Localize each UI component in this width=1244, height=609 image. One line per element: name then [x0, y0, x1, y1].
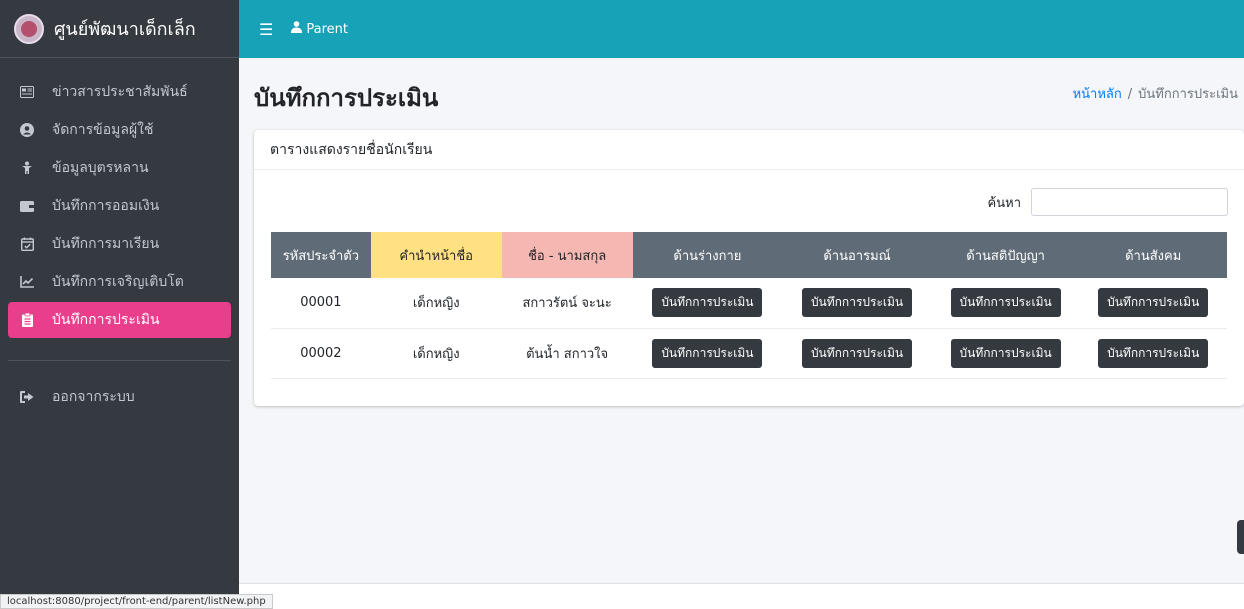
- cell-intellectual: บันทึกการประเมิน: [931, 328, 1080, 379]
- sidebar-item-news[interactable]: ข่าวสารประชาสัมพันธ์: [8, 74, 231, 110]
- col-full-name[interactable]: ชื่อ - นามสกุล: [501, 232, 633, 278]
- chart-line-icon: [18, 273, 36, 291]
- brand-link[interactable]: ศูนย์พัฒนาเด็กเล็ก: [0, 0, 239, 58]
- emotional-assessment-button[interactable]: บันทึกการประเมิน: [801, 338, 913, 368]
- col-prefix[interactable]: คำนำหน้าชื่อ: [370, 232, 502, 278]
- breadcrumb-home-link[interactable]: หน้าหลัก: [1073, 87, 1122, 102]
- sidebar-item-label: ออกจากระบบ: [52, 389, 135, 405]
- floating-widget-button[interactable]: [1237, 520, 1244, 554]
- brand-logo-icon: [14, 13, 44, 44]
- sidebar: ศูนย์พัฒนาเด็กเล็ก ข่าวสารประชาสัมพันธ์ …: [0, 0, 239, 609]
- sidebar-item-growth[interactable]: บันทึกการเจริญเติบโต: [8, 264, 231, 300]
- sidebar-item-logout[interactable]: ออกจากระบบ: [8, 379, 231, 415]
- status-bar-url: localhost:8080/project/front-end/parent/…: [0, 594, 273, 609]
- sidebar-divider: [8, 360, 231, 361]
- search-input[interactable]: [1031, 188, 1228, 216]
- breadcrumb: หน้าหลัก / บันทึกการประเมิน: [1073, 83, 1238, 104]
- cell-full-name: สกาวรัตน์ จะนะ: [501, 278, 633, 329]
- sidebar-item-attendance[interactable]: บันทึกการมาเรียน: [8, 226, 231, 262]
- cell-emotional: บันทึกการประเมิน: [782, 328, 932, 379]
- col-student-id[interactable]: รหัสประจำตัว: [271, 232, 371, 278]
- breadcrumb-current: บันทึกการประเมิน: [1138, 87, 1238, 102]
- wallet-icon: [18, 197, 36, 215]
- col-emotional[interactable]: ด้านอารมณ์: [782, 232, 932, 278]
- sign-out-icon: [18, 388, 36, 406]
- col-intellectual[interactable]: ด้านสติปัญญา: [931, 232, 1080, 278]
- user-circle-icon: [18, 121, 36, 139]
- physical-assessment-button[interactable]: บันทึกการประเมิน: [652, 338, 763, 368]
- breadcrumb-separator: /: [1127, 87, 1133, 102]
- cell-intellectual: บันทึกการประเมิน: [931, 278, 1080, 329]
- cell-student-id: 00002: [271, 328, 371, 379]
- sidebar-nav: ข่าวสารประชาสัมพันธ์ จัดการข้อมูลผู้ใช้ …: [0, 58, 239, 415]
- table-header-row: รหัสประจำตัว คำนำหน้าชื่อ ชื่อ - นามสกุล…: [271, 232, 1227, 278]
- sidebar-item-label: บันทึกการประเมิน: [52, 312, 160, 328]
- sidebar-item-children[interactable]: ข้อมูลบุตรหลาน: [8, 150, 231, 186]
- sidebar-item-label: ข้อมูลบุตรหลาน: [52, 160, 149, 176]
- social-assessment-button[interactable]: บันทึกการประเมิน: [1098, 288, 1209, 318]
- sidebar-item-label: บันทึกการออมเงิน: [52, 198, 160, 214]
- col-social[interactable]: ด้านสังคม: [1079, 232, 1227, 278]
- col-physical[interactable]: ด้านร่างกาย: [632, 232, 783, 278]
- cell-physical: บันทึกการประเมิน: [632, 328, 783, 379]
- content-wrapper: บันทึกการประเมิน หน้าหลัก / บันทึกการประเม…: [239, 58, 1244, 583]
- sidebar-item-assessment[interactable]: บันทึกการประเมิน: [8, 302, 231, 338]
- sidebar-item-savings[interactable]: บันทึกการออมเงิน: [8, 188, 231, 224]
- intellectual-assessment-button[interactable]: บันทึกการประเมิน: [950, 338, 1061, 368]
- emotional-assessment-button[interactable]: บันทึกการประเมิน: [801, 288, 913, 318]
- physical-assessment-button[interactable]: บันทึกการประเมิน: [652, 288, 763, 318]
- cell-student-id: 00001: [271, 278, 371, 329]
- page-footer: [239, 583, 1244, 609]
- newspaper-icon: [18, 83, 36, 101]
- sidebar-item-label: บันทึกการเจริญเติบโต: [52, 274, 184, 290]
- user-icon: [291, 21, 303, 37]
- student-list-card: ตารางแสดงรายชื่อนักเรียน ค้นหา รหัสประจำ…: [254, 130, 1244, 406]
- clipboard-icon: [18, 311, 36, 329]
- cell-prefix: เด็กหญิง: [370, 278, 502, 329]
- calendar-check-icon: [18, 235, 36, 253]
- page-title: บันทึกการประเมิน: [254, 84, 439, 112]
- cell-emotional: บันทึกการประเมิน: [782, 278, 932, 329]
- cell-prefix: เด็กหญิง: [370, 328, 502, 379]
- sidebar-item-label: จัดการข้อมูลผู้ใช้: [52, 122, 154, 138]
- social-assessment-button[interactable]: บันทึกการประเมิน: [1098, 338, 1209, 368]
- student-table: รหัสประจำตัว คำนำหน้าชื่อ ชื่อ - นามสกุล…: [271, 232, 1227, 379]
- child-icon: [18, 159, 36, 177]
- table-row: 00002 เด็กหญิง ต้นน้ำ สกาวใจ บันทึกการปร…: [271, 328, 1227, 379]
- user-label[interactable]: Parent: [306, 22, 348, 37]
- sidebar-item-label: ข่าวสารประชาสัมพันธ์: [52, 84, 188, 100]
- brand-title: ศูนย์พัฒนาเด็กเล็ก: [54, 19, 196, 40]
- cell-physical: บันทึกการประเมิน: [632, 278, 783, 329]
- cell-social: บันทึกการประเมิน: [1079, 328, 1227, 379]
- card-title: ตารางแสดงรายชื่อนักเรียน: [254, 130, 1244, 170]
- cell-social: บันทึกการประเมิน: [1079, 278, 1227, 329]
- intellectual-assessment-button[interactable]: บันทึกการประเมิน: [950, 288, 1061, 318]
- table-row: 00001 เด็กหญิง สกาวรัตน์ จะนะ บันทึกการป…: [271, 278, 1227, 329]
- top-navbar: ☰ Parent: [239, 0, 1244, 58]
- search-label: ค้นหา: [987, 195, 1021, 211]
- sidebar-item-label: บันทึกการมาเรียน: [52, 236, 160, 252]
- cell-full-name: ต้นน้ำ สกาวใจ: [501, 328, 633, 379]
- menu-toggle-icon[interactable]: ☰: [259, 20, 273, 39]
- sidebar-item-users[interactable]: จัดการข้อมูลผู้ใช้: [8, 112, 231, 148]
- search-row: ค้นหา: [988, 188, 1228, 216]
